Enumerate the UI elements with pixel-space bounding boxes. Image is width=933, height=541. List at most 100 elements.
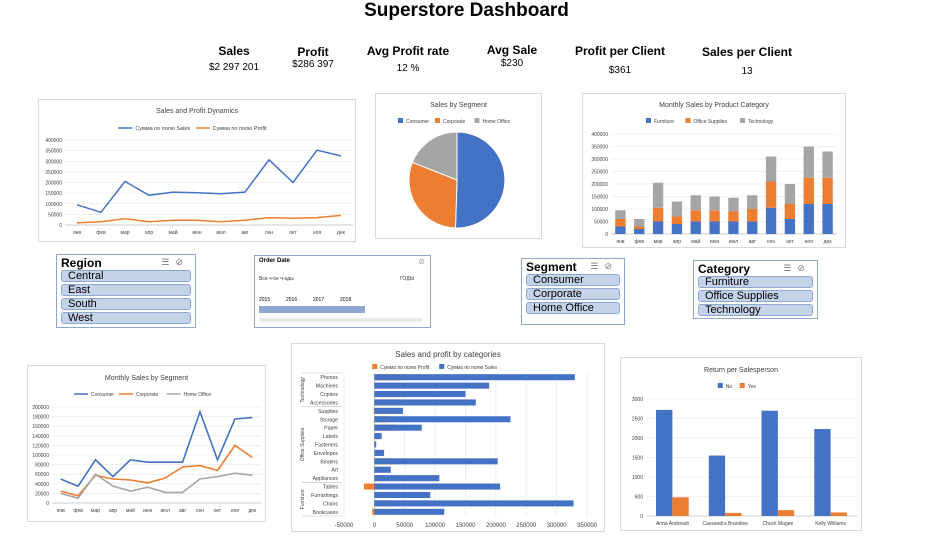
stacked-bar-segment	[803, 204, 814, 234]
legend-label: Сумма по полю Profit	[380, 365, 430, 371]
y-tick-label: 80000	[35, 463, 49, 469]
y-tick-label: 140000	[32, 434, 49, 440]
sales-by-segment-chart[interactable]: Sales by Segment Consumer Corporate Home Of…	[375, 93, 542, 239]
legend-label: Yes	[748, 384, 757, 390]
chart-svg: Return per Salesperson No Yes 0 500 1000 1500 2…	[632, 367, 857, 527]
y-tick-label: 40000	[35, 482, 49, 488]
x-tick-label: мар	[654, 239, 663, 245]
series-line	[76, 214, 342, 224]
stacked-bar-segment	[803, 146, 814, 178]
y-tick-label: 1500	[632, 456, 643, 462]
category-label: Storage	[320, 417, 338, 423]
y-tick-label: 150000	[45, 191, 62, 197]
order-date-timeline[interactable]: Order Date ⊘ Все ч-ое ч-оды ГОДЫ 2015 20…	[254, 255, 431, 328]
stacked-bar-segment	[671, 224, 683, 234]
y-tick-label: 2000	[632, 436, 643, 442]
x-tick-label: окт	[214, 508, 222, 514]
series-line	[60, 472, 253, 500]
timeline-scrollbar[interactable]	[259, 318, 422, 322]
kpi-profit: Profit $286 397	[272, 45, 354, 70]
slicer-filter-icons[interactable]: ☰⊘	[161, 257, 189, 268]
monthly-sales-by-category-chart[interactable]: Monthly Sales by Product Category Furnitu…	[582, 93, 846, 248]
category-slicer[interactable]: Category ☰⊘ Furniture Office Supplies Te…	[693, 260, 818, 319]
x-tick-label: июл	[161, 508, 170, 514]
x-tick-label: ноя	[805, 239, 814, 245]
stacked-bar-segment	[765, 156, 777, 182]
monthly-sales-by-segment-chart[interactable]: Monthly Sales by Segment Consumer Corporat…	[27, 365, 266, 522]
x-tick-label: апр	[145, 230, 153, 236]
x-tick-label: авг	[179, 508, 186, 514]
x-tick-label: апр	[109, 508, 117, 514]
y-tick-label: 100000	[591, 207, 608, 213]
legend-label: Furniture	[654, 119, 674, 125]
timeline-year-2015[interactable]: 2015	[259, 297, 270, 303]
y-tick-label: 150000	[591, 195, 608, 201]
slicer-filter-icons[interactable]: ☰⊘	[783, 263, 811, 274]
kpi-sales-per-client-value: 13	[741, 66, 753, 77]
category-label: Binders	[320, 459, 338, 465]
stacked-bar-segment	[652, 221, 664, 234]
category-label: Accessories	[310, 400, 338, 406]
category-label: Bookcases	[313, 510, 339, 516]
slicer-item-technology[interactable]: Technology	[698, 304, 813, 316]
slicer-item-consumer[interactable]: Consumer	[526, 274, 620, 286]
x-tick-label: Anna Andreadi	[656, 521, 689, 527]
chart-svg: Sales and profit by categories Сумма по п…	[300, 350, 598, 529]
x-tick-label: Cassandra Brandow	[702, 521, 748, 527]
clear-filter-icon[interactable]: ⊘	[418, 257, 425, 266]
legend-swatch	[739, 383, 745, 388]
legend-label: Home Office	[483, 119, 511, 125]
slicer-item-furniture[interactable]: Furniture	[698, 276, 813, 288]
stacked-bar-segment	[765, 207, 777, 234]
bar	[777, 510, 795, 516]
slicer-filter-icons[interactable]: ☰⊘	[590, 261, 618, 272]
legend-swatch	[685, 118, 691, 123]
y-tick-label: 3000	[632, 397, 643, 403]
kpi-avg-sale-label: Avg Sale	[486, 43, 538, 57]
x-tick-label: апр	[673, 239, 681, 245]
bar	[830, 512, 847, 516]
stacked-bar-segment	[615, 210, 626, 219]
timeline-bar[interactable]	[259, 306, 365, 313]
return-per-salesperson-chart[interactable]: Return per Salesperson No Yes 0 500 1000 1500 2…	[620, 357, 862, 531]
region-slicer[interactable]: Region ☰⊘ Central East South West	[56, 254, 196, 328]
category-label: Fasteners	[315, 443, 338, 449]
pie-slice	[454, 131, 506, 229]
category-label: Phones	[320, 375, 338, 381]
stacked-bar-segment	[728, 197, 739, 212]
stacked-bar-segment	[822, 177, 833, 204]
category-label: Appliances	[313, 476, 339, 482]
y-tick-label: 250000	[591, 170, 608, 176]
x-tick-label: 150000	[455, 523, 476, 529]
x-tick-label: авг	[749, 239, 756, 245]
category-label: Copiers	[320, 392, 338, 398]
category-label: Supplies	[318, 409, 338, 415]
chart-title: Sales and profit by categories	[395, 350, 500, 359]
timeline-year-2018[interactable]: 2018	[340, 297, 351, 303]
stacked-bar-segment	[728, 211, 739, 222]
legend-swatch	[372, 364, 378, 369]
slicer-item-south[interactable]: South	[61, 298, 191, 310]
slicer-item-home-office[interactable]: Home Office	[526, 302, 620, 314]
x-tick-label: дек	[248, 508, 257, 514]
slicer-item-west[interactable]: West	[61, 312, 191, 324]
x-tick-label: окт	[786, 239, 794, 245]
chart-title: Monthly Sales by Product Category	[659, 102, 769, 109]
slicer-item-central[interactable]: Central	[61, 270, 191, 282]
slicer-item-office-supplies[interactable]: Office Supplies	[698, 290, 813, 302]
stacked-bar-segment	[784, 219, 796, 234]
y-tick-label: 350000	[45, 149, 62, 155]
order-date-level[interactable]: ГОДЫ	[400, 276, 414, 282]
timeline-year-2017[interactable]: 2017	[313, 297, 324, 303]
slicer-item-east[interactable]: East	[61, 284, 191, 296]
bar	[374, 466, 391, 473]
timeline-year-2016[interactable]: 2016	[286, 297, 297, 303]
legend-label: Сумма по полю Sales	[135, 126, 190, 132]
x-tick-label: 50000	[396, 523, 413, 529]
sales-profit-dynamics-chart[interactable]: Sales and Profit Dynamics Сумма по полю S…	[38, 99, 356, 242]
y-tick-label: 300000	[45, 159, 62, 165]
segment-slicer[interactable]: Segment ☰⊘ Consumer Corporate Home Offic…	[521, 258, 625, 325]
slicer-item-corporate[interactable]: Corporate	[526, 288, 620, 300]
bar	[374, 500, 574, 507]
sales-profit-by-categories-chart[interactable]: Sales and profit by categories Сумма по п…	[291, 343, 605, 532]
